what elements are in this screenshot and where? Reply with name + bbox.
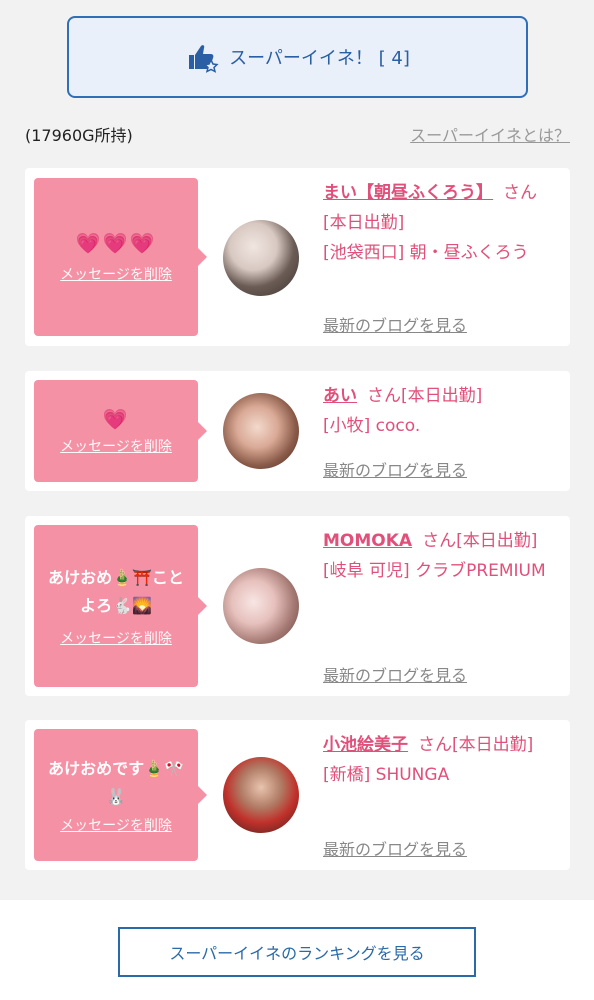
- super-like-card: 💗 メッセージを削除 あい さん[本日出勤] [小牧] coco. 最新のブログを…: [25, 371, 570, 491]
- message-text: あけおめ🎍⛩️ことよろ🐇🌄: [48, 568, 184, 615]
- profile-info: あい さん[本日出勤] [小牧] coco.: [323, 381, 553, 441]
- profile-info: 小池絵美子 さん[本日出勤] [新橋] SHUNGA: [323, 730, 553, 790]
- delete-message-link[interactable]: メッセージを削除: [60, 628, 172, 648]
- girl-name-link[interactable]: まい【朝昼ふくろう】: [323, 183, 493, 203]
- super-like-info-link[interactable]: スーパーイイネとは？: [410, 122, 570, 146]
- girl-name-link[interactable]: 小池絵美子: [323, 735, 408, 755]
- shop-name: [池袋西口] 朝・昼ふくろう: [323, 243, 529, 263]
- message-bubble: 💗💗💗 メッセージを削除: [34, 178, 207, 336]
- super-like-card: あけおめ🎍⛩️ことよろ🐇🌄 メッセージを削除 MOMOKA さん[本日出勤] [岐…: [25, 516, 570, 696]
- shop-name: [小牧] coco.: [323, 416, 421, 436]
- profile-info: MOMOKA さん[本日出勤] [岐阜 可児] クラブPREMIUM: [323, 526, 553, 586]
- latest-blog-link[interactable]: 最新のブログを見る: [323, 312, 467, 336]
- super-like-label: スーパーイイネ！ [ 4]: [229, 48, 410, 69]
- super-like-card: あけおめです🎍🎌🐰 メッセージを削除 小池絵美子 さん[本日出勤] [新橋] SH…: [25, 720, 570, 870]
- attendance-status: さん[本日出勤]: [422, 531, 538, 551]
- girl-name-link[interactable]: MOMOKA: [323, 531, 412, 551]
- thumbs-up-star-icon: [189, 45, 219, 73]
- ranking-button[interactable]: スーパーイイネのランキングを見る: [118, 927, 476, 977]
- super-like-button[interactable]: スーパーイイネ！ [ 4]: [67, 16, 528, 98]
- avatar[interactable]: [223, 220, 299, 296]
- avatar[interactable]: [223, 393, 299, 469]
- profile-info: まい【朝昼ふくろう】 さん[本日出勤] [池袋西口] 朝・昼ふくろう: [323, 178, 553, 268]
- message-bubble: あけおめです🎍🎌🐰 メッセージを削除: [34, 729, 207, 861]
- delete-message-link[interactable]: メッセージを削除: [60, 436, 172, 456]
- attendance-status: さん[本日出勤]: [418, 735, 534, 755]
- super-like-card: 💗💗💗 メッセージを削除 まい【朝昼ふくろう】 さん[本日出勤] [池袋西口] 朝…: [25, 168, 570, 346]
- shop-name: [新橋] SHUNGA: [323, 765, 450, 785]
- latest-blog-link[interactable]: 最新のブログを見る: [323, 836, 467, 860]
- message-bubble: 💗 メッセージを削除: [34, 380, 207, 482]
- point-balance: (17960G所持): [25, 126, 133, 145]
- message-text: 💗💗💗: [75, 231, 157, 255]
- message-text: あけおめです🎍🎌🐰: [48, 759, 184, 806]
- girl-name-link[interactable]: あい: [323, 386, 357, 406]
- avatar[interactable]: [223, 757, 299, 833]
- latest-blog-link[interactable]: 最新のブログを見る: [323, 457, 467, 481]
- shop-name: [岐阜 可児] クラブPREMIUM: [323, 561, 546, 581]
- latest-blog-link[interactable]: 最新のブログを見る: [323, 662, 467, 686]
- attendance-status: さん[本日出勤]: [367, 386, 483, 406]
- message-text: 💗: [102, 407, 130, 431]
- delete-message-link[interactable]: メッセージを削除: [60, 815, 172, 835]
- delete-message-link[interactable]: メッセージを削除: [60, 264, 172, 284]
- avatar[interactable]: [223, 568, 299, 644]
- message-bubble: あけおめ🎍⛩️ことよろ🐇🌄 メッセージを削除: [34, 525, 207, 687]
